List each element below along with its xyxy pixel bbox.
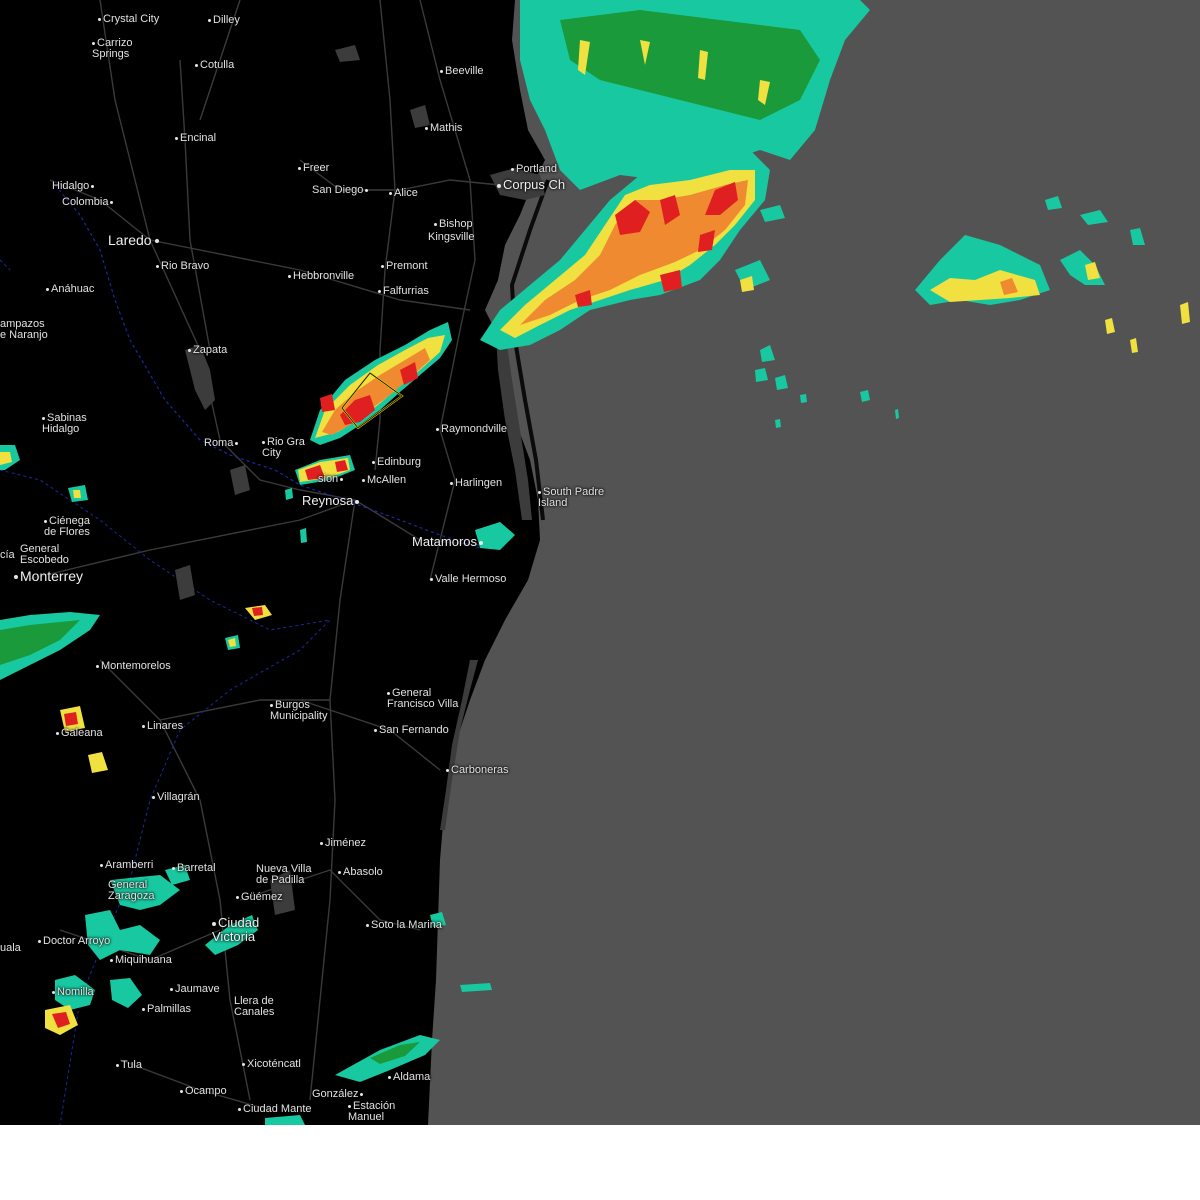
city-zapata[interactable]: Zapata [188,345,227,356]
city-raymondville[interactable]: Raymondville [436,424,507,435]
city-guemez[interactable]: Güémez [236,892,283,903]
city-gonzalez[interactable]: González [312,1089,365,1100]
city-hebbronville[interactable]: Hebbronville [288,271,354,282]
city-tula[interactable]: Tula [116,1060,142,1071]
city-general-zaragoza[interactable]: General Zaragoza [108,880,154,902]
city-general-escobedo[interactable]: General Escobedo [20,544,69,566]
city-san-diego[interactable]: San Diego [312,185,370,196]
land-mass [0,0,545,1125]
city-reynosa[interactable]: Reynosa [302,494,361,508]
city-valle-hermoso[interactable]: Valle Hermoso [430,574,506,585]
city-freer[interactable]: Freer [298,163,329,174]
city-uala[interactable]: uala [0,943,21,954]
city-harlingen[interactable]: Harlingen [450,478,502,489]
city-abasolo[interactable]: Abasolo [338,867,383,878]
city-galeana[interactable]: Galeana [56,728,103,739]
city-mission[interactable]: sion [318,474,345,485]
city-miquihuana[interactable]: Miquihuana [110,955,172,966]
city-carboneras[interactable]: Carboneras [446,765,508,776]
city-jaumave[interactable]: Jaumave [170,984,220,995]
city-alice[interactable]: Alice [389,188,418,199]
city-dilley[interactable]: Dilley [208,15,240,26]
city-rio-grande-city[interactable]: Rio Gra City [262,437,305,459]
radar-echo-offshore-east [755,196,1190,428]
city-cienega-de-flores[interactable]: Ciénega de Flores [44,516,90,538]
city-doctor-arroyo[interactable]: Doctor Arroyo [38,936,110,947]
city-burgos[interactable]: Burgos Municipality [270,700,327,722]
city-portland[interactable]: Portland [511,164,557,175]
map-canvas [0,0,1190,1125]
city-llera[interactable]: Llera de Canales [234,996,274,1018]
city-general-francisco-villa[interactable]: General Francisco Villa [387,688,458,710]
city-mathis[interactable]: Mathis [425,123,462,134]
city-premont[interactable]: Premont [381,261,428,272]
city-kingsville[interactable]: Kingsville [428,232,474,243]
city-bishop[interactable]: Bishop [434,219,473,230]
city-ocampo[interactable]: Ocampo [180,1086,227,1097]
city-encinal[interactable]: Encinal [175,133,216,144]
city-sabinas-hidalgo[interactable]: Sabinas Hidalgo [42,413,87,435]
city-soto-la-marina[interactable]: Soto la Marina [366,920,442,931]
city-colombia[interactable]: Colombia [62,197,115,208]
city-edinburg[interactable]: Edinburg [372,457,421,468]
city-anahuac[interactable]: Anáhuac [46,284,94,295]
city-crystal-city[interactable]: Crystal City [98,14,159,25]
city-cotulla[interactable]: Cotulla [195,60,234,71]
city-falfurrias[interactable]: Falfurrias [378,286,429,297]
city-rio-bravo[interactable]: Rio Bravo [156,261,209,272]
city-roma[interactable]: Roma [204,438,240,449]
city-estacion-manuel[interactable]: Estación Manuel [348,1101,395,1123]
city-palmillas[interactable]: Palmillas [142,1004,191,1015]
city-montemorelos[interactable]: Montemorelos [96,661,171,672]
city-beeville[interactable]: Beeville [440,66,484,77]
city-villagran[interactable]: Villagrán [152,792,200,803]
city-corpus-christi[interactable]: Corpus Ch [497,178,565,192]
city-linares[interactable]: Linares [142,721,183,732]
city-laredo[interactable]: Laredo [108,233,161,247]
city-hidalgo-mx[interactable]: Hidalgo [52,181,96,192]
city-monterrey[interactable]: Monterrey [14,569,83,583]
city-ciudad-victoria[interactable]: Ciudad Victoria [212,916,259,944]
city-mcallen[interactable]: McAllen [362,475,406,486]
city-cia[interactable]: cía [0,550,15,561]
city-ciudad-mante[interactable]: Ciudad Mante [238,1104,312,1115]
city-barretal[interactable]: Barretal [172,863,216,874]
city-aldama[interactable]: Aldama [388,1072,430,1083]
page-bottom-blank [0,1125,1200,1200]
city-nomilla[interactable]: Nomilla [52,987,94,998]
city-nueva-villa-de-padilla[interactable]: Nueva Villa de Padilla [256,864,311,886]
city-carrizo-springs[interactable]: Carrizo Springs [92,38,132,60]
radar-map[interactable]: Crystal City Dilley Carrizo Springs Cotu… [0,0,1200,1125]
city-lampazos[interactable]: ampazos e Naranjo [0,319,48,341]
city-matamoros[interactable]: Matamoros [412,535,485,549]
radar-echo-northeast [520,0,870,190]
city-jimenez[interactable]: Jiménez [320,838,366,849]
city-xicotencatl[interactable]: Xicoténcatl [242,1059,301,1070]
city-san-fernando[interactable]: San Fernando [374,725,449,736]
city-aramberri[interactable]: Aramberri [100,860,153,871]
city-south-padre-island[interactable]: South Padre Island [538,487,604,509]
